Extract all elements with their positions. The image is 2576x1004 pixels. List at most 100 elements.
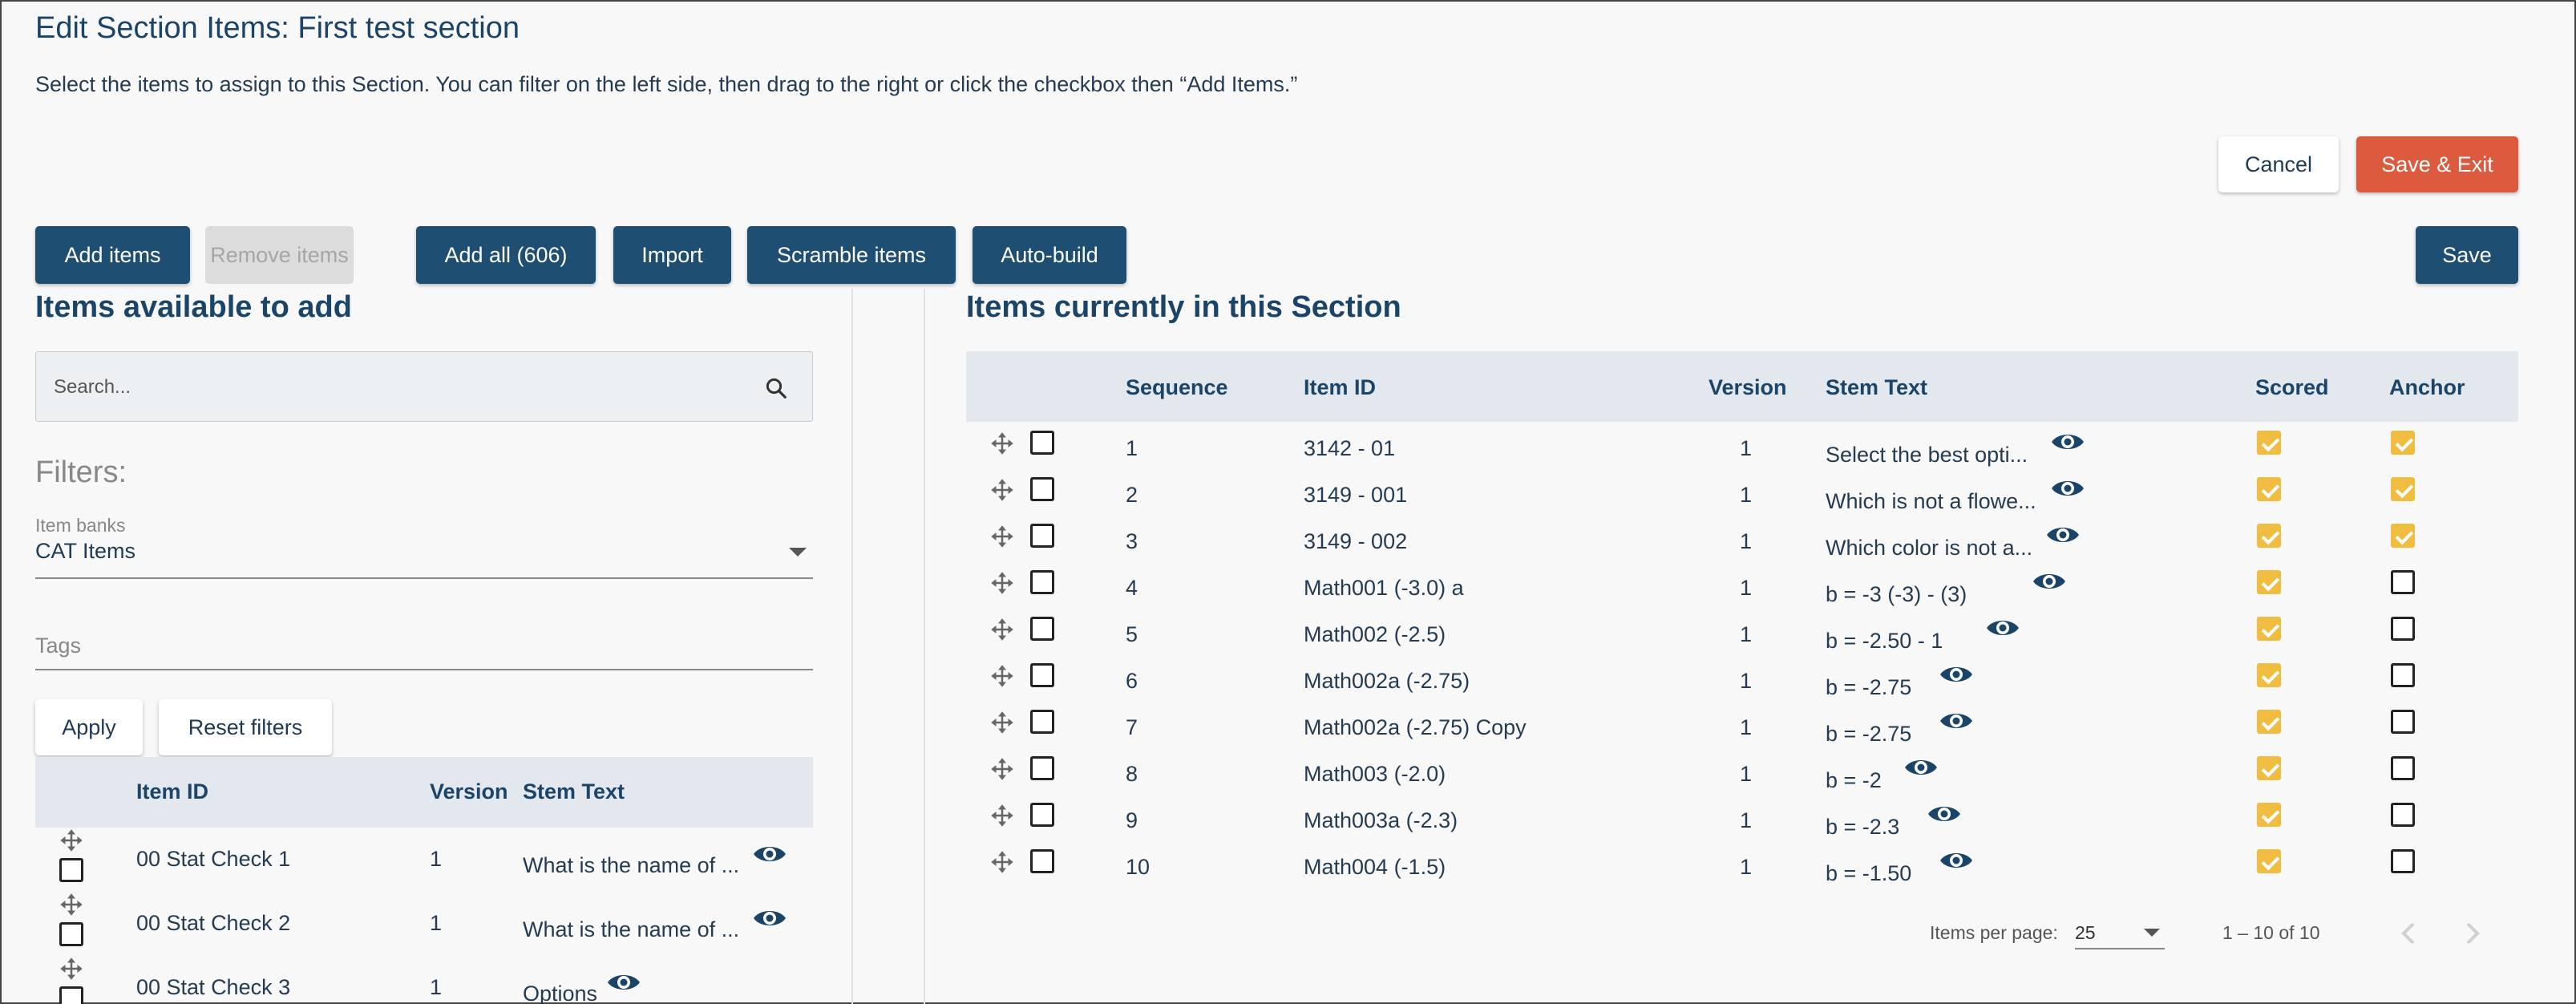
scored-checkbox[interactable] (2257, 803, 2281, 827)
preview-eye-icon[interactable] (2050, 430, 2085, 454)
search-input[interactable] (54, 371, 743, 403)
drag-handle-icon[interactable] (990, 431, 1014, 455)
scored-checkbox[interactable] (2257, 617, 2281, 641)
drag-handle-icon[interactable] (990, 757, 1014, 781)
col-stem-text[interactable]: Stem Text (1826, 375, 1927, 400)
col-version[interactable]: Version (430, 779, 508, 804)
save-button[interactable]: Save (2416, 226, 2518, 284)
drag-handle-icon[interactable] (990, 710, 1014, 735)
remove-items-button[interactable]: Remove items (205, 226, 354, 284)
row-checkbox[interactable] (1030, 570, 1054, 594)
import-button[interactable]: Import (613, 226, 731, 284)
row-checkbox[interactable] (1030, 524, 1054, 548)
col-sequence[interactable]: Sequence (1126, 375, 1228, 400)
drag-handle-icon[interactable] (59, 828, 83, 852)
reset-filters-button[interactable]: Reset filters (159, 699, 332, 755)
preview-eye-icon[interactable] (1927, 802, 1962, 826)
search-field[interactable] (35, 351, 813, 422)
item-id: 00 Stat Check 1 (136, 847, 291, 871)
apply-button[interactable]: Apply (35, 699, 143, 755)
preview-eye-icon[interactable] (1939, 709, 1974, 733)
row-checkbox[interactable] (1030, 849, 1054, 873)
anchor-checkbox[interactable] (2391, 570, 2415, 594)
col-item-id[interactable]: Item ID (136, 779, 208, 804)
drag-handle-icon[interactable] (990, 804, 1014, 828)
row-checkbox[interactable] (1030, 477, 1054, 501)
anchor-checkbox[interactable] (2391, 663, 2415, 687)
row-checkbox[interactable] (1030, 710, 1054, 734)
drag-handle-icon[interactable] (59, 893, 83, 917)
drag-handle-icon[interactable] (990, 850, 1014, 874)
anchor-checkbox[interactable] (2391, 849, 2415, 873)
preview-eye-icon[interactable] (2050, 476, 2085, 500)
scramble-items-button[interactable]: Scramble items (747, 226, 956, 284)
col-anchor[interactable]: Anchor (2389, 375, 2465, 400)
tags-underline (35, 669, 813, 670)
row-checkbox[interactable] (1030, 617, 1054, 641)
row-checkbox[interactable] (1030, 803, 1054, 827)
items-per-page-select[interactable]: 25 (2075, 917, 2165, 949)
sequence: 6 (1126, 669, 1138, 693)
scored-checkbox[interactable] (2257, 524, 2281, 548)
drag-handle-icon[interactable] (990, 617, 1014, 642)
drag-handle-icon[interactable] (990, 664, 1014, 688)
row-checkbox[interactable] (1030, 663, 1054, 687)
version: 1 (1740, 576, 1753, 600)
preview-eye-icon[interactable] (2032, 569, 2067, 593)
col-version[interactable]: Version (1709, 375, 1787, 400)
scored-checkbox[interactable] (2257, 570, 2281, 594)
version: 1 (1740, 808, 1753, 832)
col-item-id[interactable]: Item ID (1304, 375, 1376, 400)
row-checkbox[interactable] (59, 922, 83, 946)
preview-eye-icon[interactable] (752, 842, 787, 866)
stem-text: b = -2.75 (1826, 675, 1912, 699)
add-all-button[interactable]: Add all (606) (416, 226, 596, 284)
drag-handle-icon[interactable] (990, 571, 1014, 595)
scored-checkbox[interactable] (2257, 756, 2281, 780)
stem-text: What is the name of ... (523, 917, 740, 941)
col-scored[interactable]: Scored (2255, 375, 2329, 400)
cancel-button[interactable]: Cancel (2218, 136, 2339, 192)
preview-eye-icon[interactable] (1903, 755, 1939, 779)
drag-handle-icon[interactable] (990, 478, 1014, 502)
item-banks-select[interactable]: CAT Items (35, 539, 813, 579)
panel-divider (851, 289, 853, 1004)
anchor-checkbox[interactable] (2391, 477, 2415, 501)
tags-field[interactable]: Tags (35, 634, 813, 666)
row-checkbox[interactable] (1030, 756, 1054, 780)
search-icon[interactable] (764, 376, 788, 400)
scored-checkbox[interactable] (2257, 663, 2281, 687)
preview-eye-icon[interactable] (1939, 848, 1974, 872)
anchor-checkbox[interactable] (2391, 524, 2415, 548)
save-exit-button[interactable]: Save & Exit (2356, 136, 2518, 192)
scored-checkbox[interactable] (2257, 849, 2281, 873)
preview-eye-icon[interactable] (606, 970, 641, 994)
add-items-button[interactable]: Add items (35, 226, 190, 284)
stem-text: b = -1.50 (1826, 861, 1912, 885)
sequence: 5 (1126, 622, 1138, 646)
preview-eye-icon[interactable] (752, 906, 787, 930)
scored-checkbox[interactable] (2257, 710, 2281, 734)
anchor-checkbox[interactable] (2391, 803, 2415, 827)
anchor-checkbox[interactable] (2391, 617, 2415, 641)
previous-page-icon[interactable] (2399, 921, 2418, 946)
anchor-checkbox[interactable] (2391, 756, 2415, 780)
item-banks-underline (35, 577, 813, 579)
preview-eye-icon[interactable] (1939, 662, 1974, 686)
row-checkbox[interactable] (59, 986, 83, 1004)
row-checkbox[interactable] (59, 858, 83, 882)
anchor-checkbox[interactable] (2391, 710, 2415, 734)
next-page-icon[interactable] (2463, 921, 2482, 946)
row-checkbox[interactable] (1030, 431, 1054, 455)
anchor-checkbox[interactable] (2391, 431, 2415, 455)
preview-eye-icon[interactable] (2045, 523, 2081, 547)
drag-handle-icon[interactable] (990, 524, 1014, 549)
drag-handle-icon[interactable] (59, 957, 83, 981)
auto-build-button[interactable]: Auto-build (973, 226, 1126, 284)
col-stem-text[interactable]: Stem Text (523, 779, 625, 804)
scored-checkbox[interactable] (2257, 477, 2281, 501)
preview-eye-icon[interactable] (1985, 616, 2020, 640)
item-id: Math001 (-3.0) a (1304, 576, 1464, 600)
scored-checkbox[interactable] (2257, 431, 2281, 455)
sequence: 9 (1126, 808, 1138, 832)
